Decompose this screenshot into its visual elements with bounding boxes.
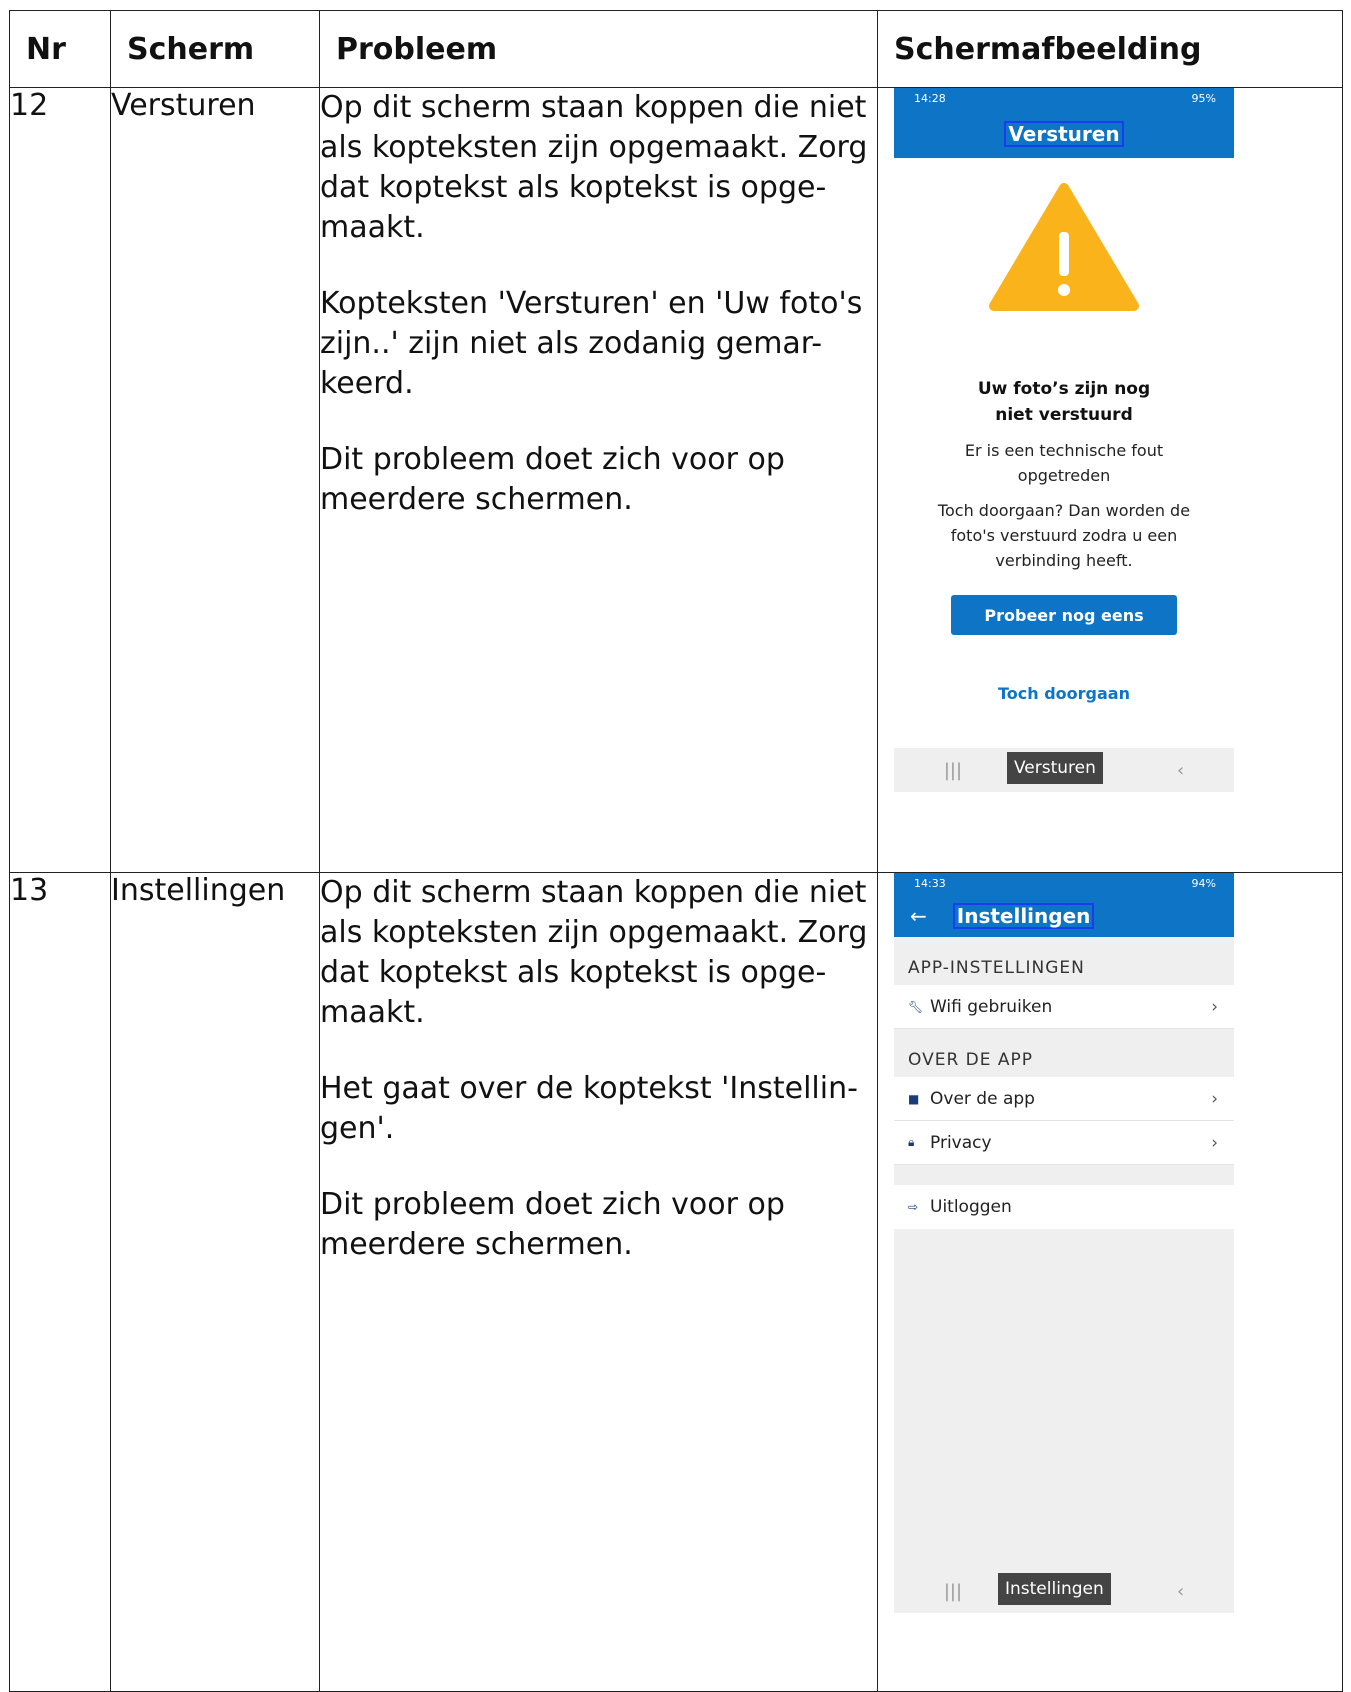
table-row: 12 Versturen Op dit scherm staan koppen … (9, 87, 1343, 873)
retry-button[interactable]: Probeer nog eens (951, 595, 1177, 635)
row-screenshot: 14:33 94% ← Instellingen APP-INSTELLINGE… (877, 872, 1343, 1692)
continue-link-button[interactable]: Toch doorgaan (992, 683, 1136, 704)
message-title: Uw foto’s zijn nog niet verstuurd (977, 379, 1151, 425)
screenreader-tooltip: Instellingen (998, 1573, 1111, 1605)
warning-icon-wrap (894, 158, 1234, 376)
header-schermafbeelding: Schermafbeelding (877, 10, 1343, 88)
screenreader-tooltip: Versturen (1007, 752, 1103, 784)
lock-icon: 🔒︎ (908, 1135, 915, 1149)
row-scherm: Instellingen (110, 872, 320, 1692)
row-nr: 12 (9, 87, 111, 873)
spacer (894, 1165, 1234, 1185)
message-error: Er is een technische fout opgetreden (964, 441, 1164, 485)
warning-triangle-icon (989, 183, 1139, 311)
status-bar: 14:33 94% (894, 873, 1234, 895)
back-nav-icon[interactable]: ‹ (1177, 1581, 1184, 1602)
chevron-right-icon: › (1211, 1088, 1218, 1109)
probleem-paragraph: Dit probleem doet zich voor op meerdere … (320, 442, 785, 517)
row-nr: 13 (9, 872, 111, 1692)
row-probleem: Op dit scherm staan koppen die niet als … (319, 872, 878, 1692)
message-continue: Toch doorgaan? Dan worden de foto's vers… (937, 501, 1191, 570)
recent-apps-icon[interactable]: ||| (944, 760, 962, 781)
status-battery: 94% (1191, 877, 1216, 890)
settings-item-wifi[interactable]: 🔧︎ Wifi gebruiken › (894, 985, 1234, 1029)
section-header-about: OVER DE APP (894, 1029, 1234, 1077)
row-screenshot: 14:28 95% Versturen Uw foto’s zijn nog n (877, 87, 1343, 873)
chevron-right-icon: › (1211, 996, 1218, 1017)
recent-apps-icon[interactable]: ||| (944, 1581, 962, 1602)
app-bar: ← Instellingen (894, 895, 1234, 937)
status-time: 14:33 (914, 877, 946, 890)
back-arrow-icon[interactable]: ← (910, 904, 927, 928)
probleem-paragraph: Het gaat over de koptekst 'Instellin-gen… (320, 1071, 858, 1146)
header-nr: Nr (9, 10, 111, 88)
row-scherm: Versturen (110, 87, 320, 873)
status-bar: 14:28 95% (894, 88, 1234, 110)
header-row: Nr Scherm Probleem Schermafbeelding (9, 10, 1343, 88)
chevron-right-icon: › (1211, 1132, 1218, 1153)
logout-icon: ⇨ (908, 1200, 919, 1214)
app-title: Instellingen (952, 903, 1095, 929)
phone-screenshot-instellingen: 14:33 94% ← Instellingen APP-INSTELLINGE… (894, 873, 1234, 1613)
settings-item-label: Privacy (930, 1132, 992, 1153)
status-time: 14:28 (914, 92, 946, 105)
settings-item-privacy[interactable]: 🔒︎ Privacy › (894, 1121, 1234, 1165)
settings-item-label: Uitloggen (930, 1197, 1012, 1217)
settings-item-about[interactable]: ■ Over de app › (894, 1077, 1234, 1121)
settings-item-label: Wifi gebruiken (930, 996, 1053, 1017)
section-header-app-settings: APP-INSTELLINGEN (894, 937, 1234, 985)
back-nav-icon[interactable]: ‹ (1177, 760, 1184, 781)
settings-item-label: Over de app (930, 1088, 1035, 1109)
phone-screenshot-versturen: 14:28 95% Versturen Uw foto’s zijn nog n (894, 88, 1234, 792)
wrench-icon: 🔧︎ (908, 999, 924, 1014)
header-scherm: Scherm (110, 10, 320, 88)
audit-table: Nr Scherm Probleem Schermafbeelding 12 V… (9, 10, 1343, 1692)
info-icon: ■ (908, 1091, 920, 1106)
probleem-paragraph: Dit probleem doet zich voor op meerdere … (320, 1187, 785, 1262)
probleem-paragraph: Op dit scherm staan koppen die niet als … (320, 875, 868, 1030)
status-battery: 95% (1191, 92, 1216, 105)
settings-item-logout[interactable]: ⇨ Uitloggen (894, 1185, 1234, 1229)
table-row: 13 Instellingen Op dit scherm staan kopp… (9, 872, 1343, 1692)
probleem-paragraph: Kopteksten 'Versturen' en 'Uw foto's zij… (320, 286, 863, 401)
header-probleem: Probleem (319, 10, 878, 88)
app-bar: Versturen (894, 110, 1234, 158)
probleem-paragraph: Op dit scherm staan koppen die niet als … (320, 90, 868, 245)
app-title: Versturen (1004, 121, 1124, 147)
row-probleem: Op dit scherm staan koppen die niet als … (319, 87, 878, 873)
